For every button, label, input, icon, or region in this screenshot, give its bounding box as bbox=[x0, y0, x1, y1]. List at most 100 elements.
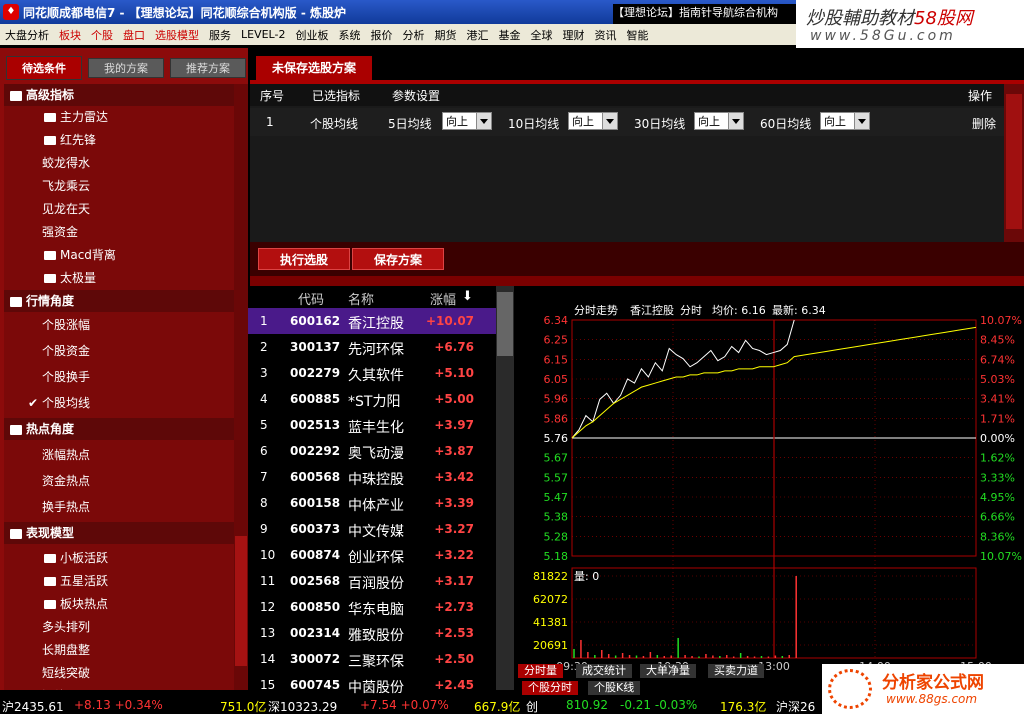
table-row[interactable]: 8 600158 中体产业 +3.39 bbox=[248, 490, 496, 516]
menu-item-6[interactable]: LEVEL-2 bbox=[236, 28, 290, 41]
menu-item-4[interactable]: 选股模型 bbox=[150, 27, 204, 43]
tree-scrollbar[interactable] bbox=[234, 84, 248, 690]
tree-item[interactable]: 换手热点 bbox=[4, 496, 234, 518]
param-select-60[interactable]: 向上 bbox=[820, 112, 870, 130]
intraday-chart[interactable]: 6.34 10.07% 6.25 8.45% 6.15 6.74% 6.05 5.03% 5.9… bbox=[514, 286, 1024, 696]
condition-scrollbar[interactable] bbox=[1004, 84, 1024, 242]
menu-item-14[interactable]: 全球 bbox=[525, 27, 557, 43]
table-row[interactable]: 4 600885 *ST力阳 +5.00 bbox=[248, 386, 496, 412]
menu-item-16[interactable]: 资讯 bbox=[589, 27, 621, 43]
tab-unsaved-scheme[interactable]: 未保存选股方案 bbox=[256, 56, 372, 80]
tree-category[interactable]: 热点角度 bbox=[4, 418, 234, 440]
tree-item[interactable]: 主力雷达 bbox=[4, 106, 234, 128]
menu-item-15[interactable]: 理财 bbox=[557, 27, 589, 43]
tree-category[interactable]: 高级指标 bbox=[4, 84, 234, 106]
tree-item[interactable]: 个股资金 bbox=[4, 340, 234, 362]
table-row[interactable]: 6 002292 奥飞动漫 +3.87 bbox=[248, 438, 496, 464]
tree-item[interactable]: 板块热点 bbox=[4, 593, 234, 615]
tab-stock-intraday[interactable]: 个股分时 bbox=[522, 681, 578, 695]
tree-item[interactable]: 短线回踩 bbox=[4, 685, 234, 690]
tab-left-1[interactable]: 我的方案 bbox=[88, 58, 164, 78]
tree-item[interactable]: 多头排列 bbox=[4, 616, 234, 638]
tree-item[interactable]: Macd背离 bbox=[4, 244, 234, 266]
panel-splitter[interactable] bbox=[250, 276, 1024, 286]
menu-item-17[interactable]: 智能 bbox=[621, 27, 653, 43]
param-select-30[interactable]: 向上 bbox=[694, 112, 744, 130]
table-row[interactable]: 1 个股均线 5日均线 向上 10日均线 向上 30日均线 向上 60日均线 向… bbox=[250, 108, 1004, 136]
tree-item[interactable]: ✔ 个股均线 bbox=[4, 392, 234, 414]
menu-item-13[interactable]: 基金 bbox=[493, 27, 525, 43]
menu-item-0[interactable]: 大盘分析 bbox=[0, 27, 54, 43]
folder-icon bbox=[44, 600, 56, 609]
tree-item[interactable]: 五星活跃 bbox=[4, 570, 234, 592]
chevron-down-icon bbox=[854, 113, 869, 129]
header-name[interactable]: 名称 bbox=[348, 289, 374, 308]
tab-left-0[interactable]: 待选条件 bbox=[6, 56, 82, 80]
menu-item-11[interactable]: 期货 bbox=[429, 27, 461, 43]
table-row[interactable]: 5 002513 蓝丰生化 +3.97 bbox=[248, 412, 496, 438]
table-row[interactable]: 10 600874 创业环保 +3.22 bbox=[248, 542, 496, 568]
tab-minute-volume[interactable]: 分时量 bbox=[518, 664, 563, 678]
tree-item[interactable]: 太极量 bbox=[4, 267, 234, 289]
menu-item-9[interactable]: 报价 bbox=[365, 27, 397, 43]
tab-trade-stats[interactable]: 成交统计 bbox=[576, 664, 632, 678]
table-row[interactable]: 3 002279 久其软件 +5.10 bbox=[248, 360, 496, 386]
menu-item-10[interactable]: 分析 bbox=[397, 27, 429, 43]
folder-icon bbox=[44, 274, 56, 283]
menu-item-2[interactable]: 个股 bbox=[86, 27, 118, 43]
pct-tick-label: 3.41% bbox=[980, 393, 1015, 406]
stock-code: 600373 bbox=[290, 522, 341, 536]
param-select-5[interactable]: 向上 bbox=[442, 112, 492, 130]
table-row[interactable]: 14 300072 三聚环保 +2.50 bbox=[248, 646, 496, 672]
sz-amount: 667.9亿 bbox=[474, 700, 521, 714]
tree-category[interactable]: 行情角度 bbox=[4, 290, 234, 312]
tree-item[interactable]: 蛟龙得水 bbox=[4, 152, 234, 174]
table-row[interactable]: 12 600850 华东电脑 +2.73 bbox=[248, 594, 496, 620]
save-scheme-button[interactable]: 保存方案 bbox=[352, 248, 444, 270]
tree-category[interactable]: 表现模型 bbox=[4, 522, 234, 544]
table-row[interactable]: 2 300137 先河环保 +6.76 bbox=[248, 334, 496, 360]
run-selection-button[interactable]: 执行选股 bbox=[258, 248, 350, 270]
tree-item[interactable]: 涨幅热点 bbox=[4, 444, 234, 466]
table-row[interactable]: 13 002314 雅致股份 +2.53 bbox=[248, 620, 496, 646]
tree-item[interactable]: 红先锋 bbox=[4, 129, 234, 151]
tab-left-2[interactable]: 推荐方案 bbox=[170, 58, 246, 78]
stock-name: 华东电脑 bbox=[348, 602, 404, 618]
stock-pct: +5.00 bbox=[434, 392, 474, 406]
stock-scroll-thumb[interactable] bbox=[497, 292, 513, 356]
table-row[interactable]: 9 600373 中文传媒 +3.27 bbox=[248, 516, 496, 542]
header-pct[interactable]: 涨幅 bbox=[430, 289, 456, 308]
stock-scrollbar[interactable] bbox=[496, 286, 514, 690]
table-row[interactable]: 7 600568 中珠控股 +3.42 bbox=[248, 464, 496, 490]
pct-tick-label: 10.07% bbox=[980, 314, 1022, 327]
header-code[interactable]: 代码 bbox=[298, 289, 324, 308]
tree-item[interactable]: 资金热点 bbox=[4, 470, 234, 492]
tree-label: 高级指标 bbox=[26, 88, 75, 102]
menu-item-1[interactable]: 板块 bbox=[54, 27, 86, 43]
tab-stock-kline[interactable]: 个股K线 bbox=[588, 681, 641, 695]
delete-link[interactable]: 删除 bbox=[972, 115, 996, 132]
tree-item[interactable]: 小板活跃 bbox=[4, 547, 234, 569]
tree-item[interactable]: 见龙在天 bbox=[4, 198, 234, 220]
tab-big-order[interactable]: 大单净量 bbox=[640, 664, 696, 678]
menu-item-5[interactable]: 服务 bbox=[204, 27, 236, 43]
menu-item-8[interactable]: 系统 bbox=[333, 27, 365, 43]
tree-label: 强资金 bbox=[42, 225, 79, 239]
tree-item[interactable]: 短线突破 bbox=[4, 662, 234, 684]
tree-scroll-thumb[interactable] bbox=[235, 536, 247, 666]
chart-mode: 分时 bbox=[680, 304, 702, 317]
param-select-10[interactable]: 向上 bbox=[568, 112, 618, 130]
menu-item-7[interactable]: 创业板 bbox=[290, 27, 333, 43]
condition-scroll-thumb[interactable] bbox=[1006, 94, 1022, 229]
menu-item-3[interactable]: 盘口 bbox=[118, 27, 150, 43]
tree-item[interactable]: 飞龙乘云 bbox=[4, 175, 234, 197]
table-row[interactable]: 1 600162 香江控股 +10.07 bbox=[248, 308, 496, 334]
table-row[interactable]: 15 600745 中茵股份 +2.45 bbox=[248, 672, 496, 698]
menu-item-12[interactable]: 港汇 bbox=[461, 27, 493, 43]
tree-item[interactable]: 长期盘整 bbox=[4, 639, 234, 661]
tab-buy-sell-power[interactable]: 买卖力道 bbox=[708, 664, 764, 678]
table-row[interactable]: 11 002568 百润股份 +3.17 bbox=[248, 568, 496, 594]
tree-item[interactable]: 强资金 bbox=[4, 221, 234, 243]
tree-item[interactable]: 个股涨幅 bbox=[4, 314, 234, 336]
tree-item[interactable]: 个股换手 bbox=[4, 366, 234, 388]
